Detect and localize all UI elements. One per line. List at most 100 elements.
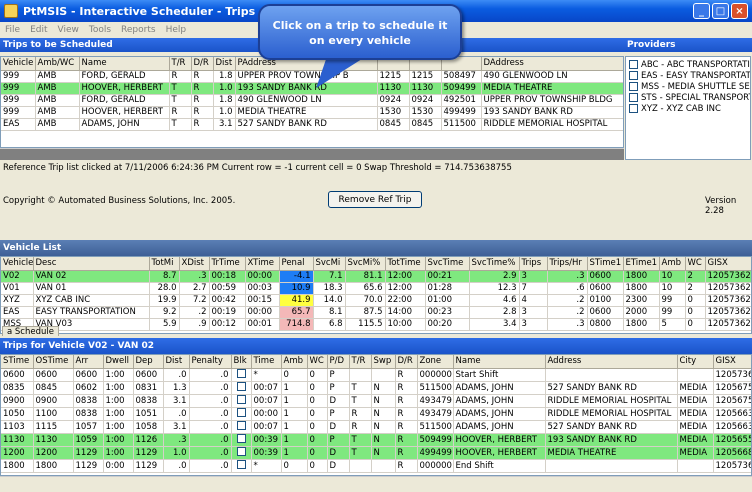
trip-row[interactable]: 999 AMB FORD, GERALD T R 1.8 490 GLENWOOD LN 09…: [1, 94, 623, 107]
block-checkbox[interactable]: [236, 368, 246, 378]
vehicle-trips-hscrollbar[interactable]: [0, 476, 752, 492]
column-header[interactable]: TrTime: [209, 257, 246, 271]
provider-item[interactable]: STS - SPECIAL TRANSPORT: [626, 92, 750, 103]
column-header[interactable]: P/D: [327, 355, 350, 369]
column-header[interactable]: XTime: [245, 257, 280, 271]
vehicle-trip-row[interactable]: 1130 1130 1059 1:00 1126.3.0 00:39 1 0 P T N R 50949…: [1, 433, 751, 447]
provider-item[interactable]: ABC - ABC TRANSPORTATIO: [626, 59, 750, 70]
trip-cell: UPPER PROV TOWNSHIP BLDG: [481, 94, 623, 107]
column-header[interactable]: D/R: [191, 57, 214, 71]
vehicle-trip-row[interactable]: 1800 1800 1129 0:00 1129.0.0 * 0 0 D R 000000 End S…: [1, 459, 751, 473]
column-header[interactable]: Vehicle: [1, 257, 34, 271]
vehicle-trip-row[interactable]: 1050 1100 0838 1:00 1051.0.0 00:00 1 0 P R N R 49347…: [1, 407, 751, 421]
provider-item[interactable]: XYZ - XYZ CAB INC: [626, 103, 750, 114]
column-header[interactable]: ETime1: [623, 257, 660, 271]
vehicle-row[interactable]: V01 VAN 01 28.0 2.7 00:59 00:03 10.9 18.3 65.6 12…: [1, 282, 751, 295]
column-header[interactable]: Amb/WC: [35, 57, 80, 71]
column-header[interactable]: OSTime: [33, 355, 74, 369]
column-header[interactable]: Address: [545, 355, 678, 369]
column-header[interactable]: XDist: [179, 257, 210, 271]
version-text: Version 2.28: [705, 196, 737, 216]
column-header[interactable]: GISX: [713, 355, 751, 369]
column-header[interactable]: Swp: [371, 355, 396, 369]
close-button[interactable]: ×: [731, 3, 748, 19]
vehicle-row[interactable]: XYZ XYZ CAB INC 19.9 7.2 00:42 00:15 41.9 14.0 7…: [1, 294, 751, 307]
vehicle-trip-cell: R: [395, 420, 418, 434]
column-header[interactable]: GISX: [705, 257, 751, 271]
column-header[interactable]: TotTime: [385, 257, 426, 271]
menu-edit[interactable]: Edit: [30, 25, 47, 35]
block-checkbox[interactable]: [236, 446, 246, 456]
vehicle-trip-row[interactable]: 0835 0845 0602 1:00 0831 1.3.0 00:07 1 0 P T N R 5115…: [1, 381, 751, 395]
provider-item[interactable]: MSS - MEDIA SHUTTLE SER: [626, 81, 750, 92]
tab-schedule[interactable]: a Schedule: [2, 326, 59, 337]
vehicle-trip-row[interactable]: 0900 0900 0838 1:00 0838 3.1.0 00:07 1 0 D T N R 4934…: [1, 394, 751, 408]
column-header[interactable]: Amb: [659, 257, 686, 271]
menu-help[interactable]: Help: [166, 25, 187, 35]
column-header[interactable]: Penal: [279, 257, 314, 271]
column-header[interactable]: WC: [685, 257, 706, 271]
column-header[interactable]: City: [677, 355, 714, 369]
column-header[interactable]: T/R: [169, 57, 192, 71]
column-header[interactable]: Dist: [213, 57, 236, 71]
vehicle-trip-row[interactable]: 1103 1115 1057 1:00 1058 3.1.0 00:07 1 0 D R N R 5115…: [1, 420, 751, 434]
column-header[interactable]: Name: [453, 355, 546, 369]
maximize-button[interactable]: □: [712, 3, 729, 19]
trip-row[interactable]: 999 AMB HOOVER, HERBERT R R 1.0 MEDIA THEATRE 1…: [1, 106, 623, 119]
vehicle-row[interactable]: EAS EASY TRANSPORTATION 9.2.2 00:19 00:00 65.…: [1, 306, 751, 319]
column-header[interactable]: WC: [307, 355, 328, 369]
column-header[interactable]: D/R: [395, 355, 418, 369]
vehicle-trip-row[interactable]: 1200 1200 1129 1:00 1129 1.0.0 00:39 1 0 D T N R 4994…: [1, 446, 751, 460]
provider-checkbox[interactable]: [629, 82, 638, 91]
vehicle-cell: 12.3: [469, 282, 520, 295]
provider-checkbox[interactable]: [629, 71, 638, 80]
column-header[interactable]: TotMi: [149, 257, 180, 271]
column-header[interactable]: T/R: [349, 355, 372, 369]
trip-row[interactable]: EAS AMB ADAMS, JOHN T R 3.1 527 SANDY BANK RD 0…: [1, 118, 623, 131]
vehicle-cell: 81.1: [345, 270, 386, 283]
column-header[interactable]: Name: [79, 57, 170, 71]
column-header[interactable]: Dwell: [103, 355, 134, 369]
minimize-button[interactable]: _: [693, 3, 710, 19]
vehicle-row[interactable]: MSS VAN V03 5.9.9 00:12 00:01 714.8 6.8 115.5 10…: [1, 318, 751, 331]
column-header[interactable]: Time: [251, 355, 282, 369]
column-header[interactable]: SvcMi: [313, 257, 346, 271]
column-header[interactable]: SvcTime%: [469, 257, 520, 271]
column-header[interactable]: Zone: [417, 355, 454, 369]
column-header[interactable]: SvcTime: [425, 257, 470, 271]
block-checkbox[interactable]: [236, 420, 246, 430]
vehicle-trip-row[interactable]: 0600 0600 0600 1:00 0600.0.0 * 0 0 P R 000000 Start…: [1, 368, 751, 382]
menu-view[interactable]: View: [58, 25, 79, 35]
provider-item[interactable]: EAS - EASY TRANSPORTATI: [626, 70, 750, 81]
column-header[interactable]: SvcMi%: [345, 257, 386, 271]
column-header[interactable]: Vehicle: [1, 57, 36, 71]
block-checkbox[interactable]: [236, 407, 246, 417]
menu-tools[interactable]: Tools: [89, 25, 111, 35]
trips-hscrollbar[interactable]: [0, 148, 624, 160]
vehicle-row[interactable]: V02 VAN 02 8.7.3 00:18 00:00 -4.1 7.1 81.1 12:00…: [1, 270, 751, 283]
column-header[interactable]: Arr: [73, 355, 104, 369]
column-header[interactable]: DAddress: [481, 57, 623, 71]
column-header[interactable]: Trips/Hr: [547, 257, 588, 271]
column-header[interactable]: Amb: [281, 355, 308, 369]
vehicle-trip-cell: 1800: [33, 459, 74, 473]
column-header[interactable]: Dist: [163, 355, 190, 369]
vehicle-trips-header: Trips for Vehicle V02 - VAN 02: [0, 338, 752, 354]
provider-checkbox[interactable]: [629, 104, 638, 113]
column-header[interactable]: Dep: [133, 355, 164, 369]
provider-checkbox[interactable]: [629, 60, 638, 69]
block-checkbox[interactable]: [236, 394, 246, 404]
column-header[interactable]: Trips: [519, 257, 548, 271]
provider-checkbox[interactable]: [629, 93, 638, 102]
remove-ref-trip-button[interactable]: Remove Ref Trip: [328, 191, 422, 208]
menu-reports[interactable]: Reports: [121, 25, 156, 35]
block-checkbox[interactable]: [236, 433, 246, 443]
column-header[interactable]: STime1: [587, 257, 624, 271]
menu-file[interactable]: File: [5, 25, 20, 35]
column-header[interactable]: Blk: [231, 355, 252, 369]
column-header[interactable]: STime: [1, 355, 34, 369]
column-header[interactable]: Desc: [33, 257, 150, 271]
column-header[interactable]: Penalty: [189, 355, 232, 369]
block-checkbox[interactable]: [236, 459, 246, 469]
block-checkbox[interactable]: [236, 381, 246, 391]
